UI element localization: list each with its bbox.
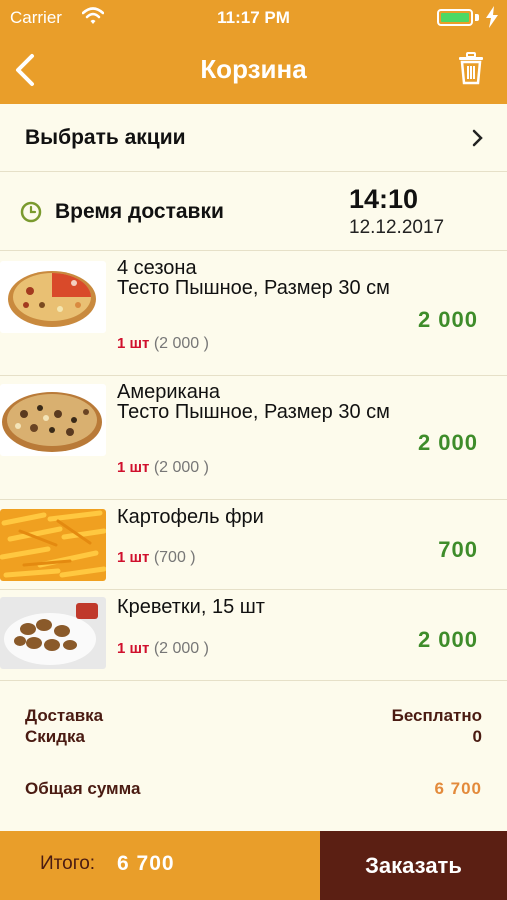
checkout-bar: Итого: 6 700 Заказать xyxy=(0,831,507,900)
battery-tip xyxy=(475,14,479,21)
footer-total-value: 6 700 xyxy=(117,852,175,875)
quantity-count: 1 шт xyxy=(117,549,150,566)
item-price: 2 000 xyxy=(417,430,478,455)
pizza-americana-image xyxy=(0,384,106,456)
footer-total-label: Итого: xyxy=(40,853,96,874)
status-bar: Carrier 11:17 PM xyxy=(0,0,507,36)
item-quantity: 1 шт (2 000 ) xyxy=(117,459,209,477)
item-price: 700 xyxy=(438,537,478,562)
delivery-cost-value: Бесплатно xyxy=(391,706,482,725)
total-panel: Итого: 6 700 xyxy=(0,831,320,900)
cart-item[interactable]: Американа Тесто Пышное, Размер 30 см 1 ш… xyxy=(0,376,507,500)
item-name: Американа Тесто Пышное, Размер 30 см xyxy=(117,381,390,423)
quantity-count: 1 шт xyxy=(117,335,150,352)
shrimp-plate-image xyxy=(0,597,106,669)
chevron-right-icon xyxy=(472,129,483,147)
battery-icon xyxy=(437,9,473,26)
quantity-count: 1 шт xyxy=(117,459,150,476)
item-name: Картофель фри xyxy=(117,506,264,528)
cart-item[interactable]: Креветки, 15 шт 1 шт (2 000 ) 2 000 xyxy=(0,590,507,681)
trash-icon[interactable] xyxy=(457,52,485,86)
discount-value: 0 xyxy=(472,727,482,746)
unit-price: (2 000 ) xyxy=(153,335,209,352)
pizza-four-seasons-image xyxy=(0,261,106,333)
unit-price: (2 000 ) xyxy=(153,640,209,657)
french-fries-image xyxy=(0,509,106,581)
quantity-count: 1 шт xyxy=(117,640,150,657)
delivery-time-label: Время доставки xyxy=(55,200,224,223)
grand-total-value: 6 700 xyxy=(434,779,482,798)
discount-label: Скидка xyxy=(25,727,85,746)
item-price: 2 000 xyxy=(417,627,478,652)
item-name: 4 сезона Тесто Пышное, Размер 30 см xyxy=(117,257,390,299)
cart-item[interactable]: Картофель фри 1 шт (700 ) 700 xyxy=(0,500,507,590)
place-order-button[interactable]: Заказать xyxy=(320,831,507,900)
charging-icon xyxy=(486,6,498,28)
delivery-time-value: 14:10 xyxy=(349,184,419,214)
delivery-date-value: 12.12.2017 xyxy=(349,217,445,238)
grand-total-label: Общая сумма xyxy=(25,779,141,798)
page-title: Корзина xyxy=(200,54,307,84)
promotions-label: Выбрать акции xyxy=(25,126,186,149)
unit-price: (700 ) xyxy=(153,549,196,566)
navigation-header: Carrier 11:17 PM Корзина xyxy=(0,0,507,104)
item-price: 2 000 xyxy=(417,307,478,332)
select-promotions-row[interactable]: Выбрать акции xyxy=(0,104,507,172)
clock-icon xyxy=(20,201,42,223)
unit-price: (2 000 ) xyxy=(153,459,209,476)
item-quantity: 1 шт (2 000 ) xyxy=(117,335,209,353)
item-quantity: 1 шт (2 000 ) xyxy=(117,640,209,658)
order-summary: Доставка Бесплатно Скидка 0 Общая сумма … xyxy=(0,681,507,831)
delivery-cost-label: Доставка xyxy=(25,706,104,725)
item-name: Креветки, 15 шт xyxy=(117,596,265,618)
cart-item[interactable]: 4 сезона Тесто Пышное, Размер 30 см 1 шт… xyxy=(0,251,507,376)
status-time: 11:17 PM xyxy=(217,8,290,27)
item-quantity: 1 шт (700 ) xyxy=(117,549,196,567)
